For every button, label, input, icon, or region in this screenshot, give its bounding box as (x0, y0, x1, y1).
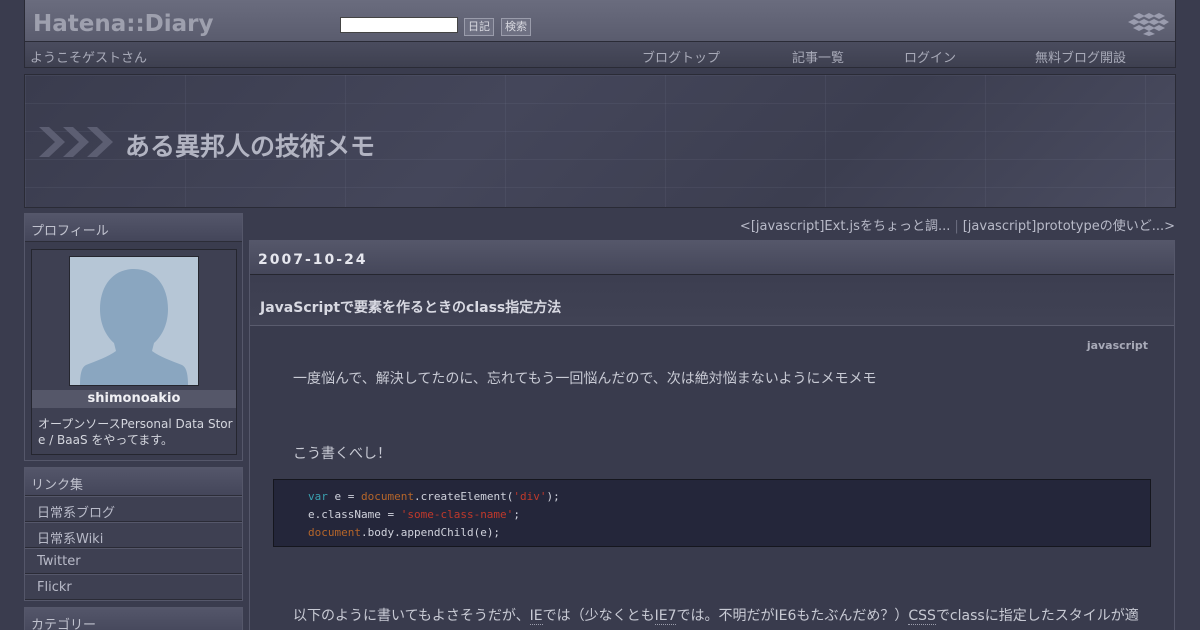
nav-bar: ようこそゲストさん ブログトップ 記事一覧 ログイン 無料ブログ開設 (24, 42, 1176, 68)
next-entry-link[interactable]: [javascript]prototypeの使いど...> (963, 219, 1175, 234)
keyword-ie7-link[interactable]: IE7 (654, 608, 677, 625)
entry-paragraph: 一度悩んで、解決してたのに、忘れてもう一回悩んだので、次は絶対悩まないようにメモ… (293, 371, 877, 387)
prev-entry-link[interactable]: <[javascript]Ext.jsをちょっと調... (740, 219, 950, 234)
blog-title[interactable]: ある異邦人の技術メモ (125, 127, 375, 163)
entry-pager: <[javascript]Ext.jsをちょっと調... | [javascript… (740, 215, 1175, 234)
article-list-link[interactable]: 記事一覧 (792, 47, 844, 66)
avatar[interactable] (69, 256, 199, 386)
links-box: リンク集 日常系ブログ 日常系Wiki Twitter Flickr (24, 467, 243, 601)
link-daily-blog[interactable]: 日常系ブログ (25, 496, 242, 522)
link-twitter[interactable]: Twitter (25, 548, 242, 574)
username[interactable]: shimonoakio (32, 390, 236, 408)
entry-title[interactable]: JavaScriptで要素を作るときのclass指定方法 (250, 275, 1174, 326)
code-line: e.className = 'some-class-name'; (308, 508, 520, 521)
blog-top-link[interactable]: ブログトップ (642, 47, 720, 66)
entry-paragraph: こう書くべし！ (293, 446, 391, 462)
category-heading: カテゴリー (25, 608, 242, 630)
login-link[interactable]: ログイン (904, 47, 956, 66)
entry-date[interactable]: 2007-10-24 (250, 241, 1174, 275)
links-heading: リンク集 (25, 468, 242, 496)
chevrons-icon (39, 127, 113, 157)
category-box: カテゴリー (24, 607, 243, 630)
search-button[interactable]: 検索 (501, 18, 531, 36)
keyword-css-link[interactable]: CSS (908, 608, 936, 625)
hatena-mark-icon[interactable] (1125, 10, 1169, 36)
user-silhouette-icon (80, 269, 188, 385)
new-blog-link[interactable]: 無料ブログ開設 (1035, 47, 1126, 66)
profile-heading: プロフィール (25, 214, 242, 242)
code-line: document.body.appendChild(e); (308, 526, 501, 539)
diary-button[interactable]: 日記 (464, 18, 494, 36)
top-bar: Hatena::Diary 日記 検索 (24, 0, 1176, 42)
search-input[interactable] (340, 17, 458, 33)
welcome-text: ようこそゲストさん (30, 51, 148, 66)
code-block: var e = document.createElement('div'); e… (273, 479, 1151, 547)
blog-banner: ある異邦人の技術メモ (24, 74, 1176, 208)
pager-separator: | (954, 219, 959, 234)
code-line: var e = document.createElement('div'); (308, 490, 560, 503)
profile-card: shimonoakio オープンソースPersonal Data Store /… (31, 249, 237, 455)
profile-bio: オープンソースPersonal Data Store / BaaS をやってます… (38, 417, 233, 447)
hatena-diary-logo[interactable]: Hatena::Diary (33, 11, 214, 37)
entry-section: 2007-10-24 JavaScriptで要素を作るときのclass指定方法 … (249, 240, 1175, 630)
entry-paragraph: 以下のように書いてもよさそうだが、IEでは（少なくともIE7では。不明だがIE6… (293, 608, 1139, 625)
link-flickr[interactable]: Flickr (25, 574, 242, 600)
profile-box: プロフィール shimonoakio オープンソースPersonal Data … (24, 213, 243, 461)
keyword-ie-link[interactable]: IE (529, 608, 543, 625)
entry-tag[interactable]: javascript (1087, 339, 1148, 352)
link-daily-wiki[interactable]: 日常系Wiki (25, 522, 242, 548)
